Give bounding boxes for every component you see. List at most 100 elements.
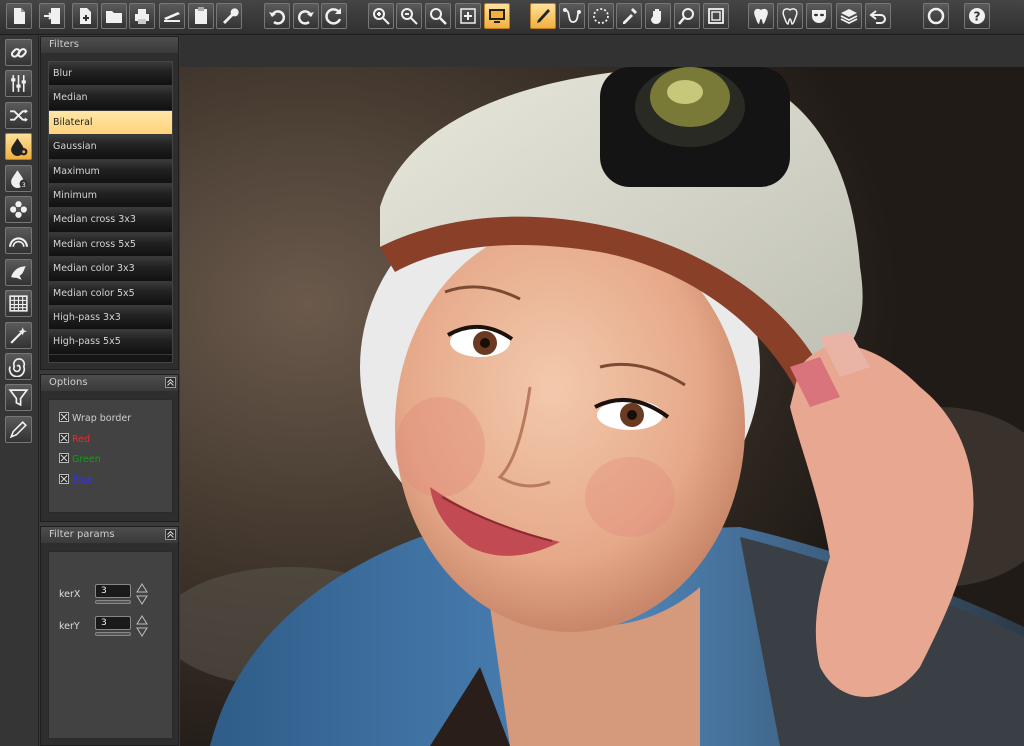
toolbar-help-button[interactable]: ? [964, 3, 990, 29]
toolbar-undo-button[interactable] [264, 3, 290, 29]
flower-icon [10, 201, 27, 218]
toolbar-loupe-button[interactable] [674, 3, 700, 29]
tooth-icon [754, 8, 768, 24]
filter-item[interactable]: High-pass 5x5 [49, 330, 172, 355]
brush-icon [537, 9, 550, 23]
toolbar-clipboard-button[interactable] [188, 3, 214, 29]
toolbar-crop-button[interactable] [703, 3, 729, 29]
param-spinner-kerx[interactable] [135, 582, 149, 606]
param-input-kerx[interactable]: 3 [95, 584, 131, 598]
toolbar-scan-button[interactable] [159, 3, 185, 29]
left-tool-magic-wand-button[interactable] [5, 321, 32, 349]
toolbar-path-button[interactable] [559, 3, 585, 29]
toolbar-add-button[interactable] [72, 3, 98, 29]
left-tool-rainbow-button[interactable] [5, 227, 32, 255]
photo-preview [180, 67, 1024, 746]
left-tool-drop-gear-button[interactable] [5, 133, 32, 161]
filter-item[interactable]: Median [49, 86, 172, 111]
svg-text:3: 3 [22, 181, 26, 188]
wrench-icon [223, 8, 239, 24]
left-tool-spiral-button[interactable] [5, 353, 32, 380]
options-collapse-button[interactable] [165, 377, 176, 388]
toolbar-lasso-button[interactable] [588, 3, 614, 29]
rainbow-icon [9, 237, 28, 248]
toolbar-redo-button[interactable] [293, 3, 319, 29]
filter-params-title: Filter params [49, 529, 115, 540]
zoom-in-icon [373, 8, 390, 25]
toolbar-zoom-button[interactable] [425, 3, 451, 29]
toolbar-print-button[interactable] [129, 3, 155, 29]
filter-item[interactable]: Median color 5x5 [49, 281, 172, 306]
toolbar-back-button[interactable] [865, 3, 891, 29]
toolbar-teeth2-button[interactable] [777, 3, 803, 29]
toolbar-refresh-button[interactable] [321, 3, 347, 29]
filter-item[interactable]: Bilateral [49, 110, 172, 136]
toolbar-import-button[interactable] [39, 3, 65, 29]
toolbar-zoom-out-button[interactable] [396, 3, 422, 29]
toolbar-zoom-in-button[interactable] [368, 3, 394, 29]
checkbox[interactable] [59, 473, 69, 484]
param-slider-kerx[interactable] [95, 600, 131, 604]
toolbar-mask-button[interactable] [806, 3, 832, 29]
left-tool-bird-button[interactable] [5, 258, 32, 286]
filter-params-box: kerX 3 kerY 3 [48, 551, 173, 739]
toolbar-hand-button[interactable] [645, 3, 671, 29]
toolbar-layers-button[interactable] [836, 3, 862, 29]
option-wrap-border[interactable]: Wrap border [59, 412, 131, 426]
grid-icon [9, 295, 28, 312]
option-green[interactable]: Green [59, 453, 101, 467]
return-icon [869, 10, 886, 24]
param-slider-kery[interactable] [95, 632, 131, 636]
double-chevron-up-icon [167, 378, 174, 386]
options-panel: Options Wrap border Red Green Blue [40, 374, 179, 522]
checkbox[interactable] [59, 412, 69, 422]
monitor-icon [489, 9, 505, 23]
param-input-kery[interactable]: 3 [95, 616, 131, 630]
filter-item[interactable]: Median color 3x3 [49, 257, 172, 282]
toolbar-new-button[interactable] [6, 3, 32, 29]
filter-item[interactable]: Maximum [49, 159, 172, 184]
toolbar-brush-button[interactable] [530, 3, 556, 29]
filter-params-panel: Filter params kerX 3 kerY 3 [40, 526, 179, 746]
image-header-bar [180, 35, 1024, 68]
left-tool-flower-button[interactable] [5, 196, 32, 223]
link-icon [10, 48, 27, 58]
left-tool-funnel-button[interactable] [5, 384, 32, 412]
toolbar-fullscreen-button[interactable] [484, 3, 510, 29]
toolbar-picker-button[interactable] [616, 3, 642, 29]
tooth-outline-icon [782, 8, 798, 25]
bird-icon [11, 265, 26, 280]
params-collapse-button[interactable] [165, 529, 176, 540]
ellipse-select-icon [593, 8, 609, 24]
option-red[interactable]: Red [59, 432, 90, 447]
toolbar-open-button[interactable] [101, 3, 127, 29]
option-blue[interactable]: Blue [59, 473, 93, 488]
filter-item[interactable]: Blur [49, 62, 172, 87]
filter-item[interactable]: Minimum [49, 183, 172, 209]
filter-item[interactable]: Median cross 3x3 [49, 208, 172, 233]
clipboard-icon [195, 7, 207, 24]
options-panel-header: Options [41, 375, 178, 391]
redo-icon [297, 10, 314, 25]
checkbox[interactable] [59, 453, 69, 463]
eyedropper-icon [623, 8, 637, 24]
toolbar-fit-button[interactable] [455, 3, 481, 29]
left-tool-grid-button[interactable] [5, 290, 32, 318]
left-tool-shuffle-button[interactable] [5, 101, 32, 129]
help-icon: ? [969, 8, 985, 24]
up-down-arrows-icon [136, 615, 148, 637]
toolbar-settings-button[interactable] [216, 3, 242, 29]
checkbox[interactable] [59, 432, 69, 443]
image-canvas[interactable] [180, 67, 1024, 746]
left-tool-link-button[interactable] [5, 39, 32, 66]
toolbar-teeth1-button[interactable] [748, 3, 774, 29]
undo-icon [269, 10, 286, 25]
left-tool-drop-number-button[interactable]: 3 [5, 164, 32, 192]
left-tool-pencil-button[interactable] [5, 415, 32, 443]
filter-item[interactable]: Gaussian [49, 135, 172, 160]
filter-item[interactable]: High-pass 3x3 [49, 305, 172, 331]
param-spinner-kery[interactable] [135, 614, 149, 638]
left-tool-sliders-button[interactable] [5, 70, 32, 98]
toolbar-record-button[interactable] [923, 3, 949, 29]
filter-item[interactable]: Median cross 5x5 [49, 232, 172, 258]
